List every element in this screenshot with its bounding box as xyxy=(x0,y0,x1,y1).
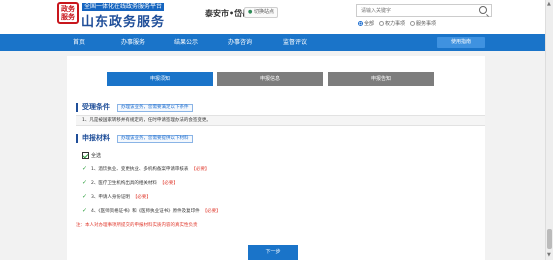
logo-subtitle: 全国一体化在线政务服务平台 xyxy=(82,3,165,11)
step-inform[interactable]: 申报告知 xyxy=(328,72,434,86)
required-badge: 【必要】 xyxy=(191,166,210,172)
logo-seal-icon[interactable]: 政务服务 xyxy=(57,2,79,24)
main-nav: 首页 办事服务 结果公示 办事咨询 监督评议 使用指南 xyxy=(0,34,545,51)
select-all-checkbox[interactable]: 全选 xyxy=(82,152,101,159)
disclaimer-note: 注：本人对办理事项所提交的申报材料实质内容的真实性负责 xyxy=(76,223,198,228)
check-icon: ✓ xyxy=(82,193,88,200)
radio-all[interactable]: 全部 xyxy=(358,20,374,27)
select-all-label: 全选 xyxy=(91,153,102,159)
materials-tag: 办理该业务，您需要提供以下材料 xyxy=(117,135,193,143)
switch-site-button[interactable]: ● 切换站点 xyxy=(244,7,278,18)
step-notice[interactable]: 申报须知 xyxy=(107,72,213,86)
checkbox-checked-icon xyxy=(82,152,89,159)
material-item[interactable]: ✓ 4、《医师资格证书》和《医师执业证书》原件及复印件 【必要】 xyxy=(82,207,221,214)
search-input[interactable] xyxy=(361,5,471,16)
scrollbar-thumb[interactable] xyxy=(547,229,552,249)
check-icon: ✓ xyxy=(82,165,88,172)
radio-label: 权力事项 xyxy=(385,21,406,27)
radio-dot-icon xyxy=(358,21,363,26)
conditions-tag: 办理该业务，您需要满足以下条件 xyxy=(117,104,193,112)
material-item[interactable]: ✓ 1、酒饮执业、变更执业、多机构备案申请审核表 【必要】 xyxy=(82,165,209,172)
nav-item-services[interactable]: 办事服务 xyxy=(121,34,145,51)
radio-dot-icon xyxy=(379,21,385,26)
material-label: 3、申请人身份证明 xyxy=(91,194,130,200)
radio-dot-icon xyxy=(410,21,416,26)
radio-service-items[interactable]: 服务事项 xyxy=(410,20,436,27)
nav-item-consult[interactable]: 办事咨询 xyxy=(228,34,252,51)
search-scope-radios: 全部 权力事项 服务事项 xyxy=(358,20,436,27)
conditions-title: 受理条件 xyxy=(76,103,110,112)
location-pin-icon: ● xyxy=(248,9,253,15)
material-label: 2、医疗卫生机构出具的相关材料 xyxy=(91,180,157,186)
search-box xyxy=(356,4,492,17)
next-step-button[interactable]: 下一步 xyxy=(248,245,298,260)
switch-site-label: 切换站点 xyxy=(253,9,274,15)
nav-item-supervision[interactable]: 监督评议 xyxy=(283,34,307,51)
material-item[interactable]: ✓ 3、申请人身份证明 【必要】 xyxy=(82,193,151,200)
material-label: 4、《医师资格证书》和《医师执业证书》原件及复印件 xyxy=(91,208,200,214)
logo-title[interactable]: 山东政务服务 xyxy=(81,11,165,30)
condition-row: 1、凡是被国家转移并有规定的，任时申请签理办法的会签变更。 xyxy=(76,115,485,126)
scroll-up-icon[interactable]: ▲ xyxy=(547,1,551,7)
nav-item-results[interactable]: 结果公示 xyxy=(174,34,198,51)
required-badge: 【必要】 xyxy=(159,180,178,186)
site-header: 政务服务 全国一体化在线政务服务平台 山东政务服务 泰安市•岱岳区 ● 切换站点… xyxy=(0,0,545,34)
required-badge: 【必要】 xyxy=(132,194,151,200)
radio-label: 全部 xyxy=(364,21,375,27)
step-info[interactable]: 申报信息 xyxy=(217,72,323,86)
materials-title: 申报材料 xyxy=(76,134,110,143)
nav-item-home[interactable]: 首页 xyxy=(73,34,85,51)
scroll-down-icon[interactable]: ▼ xyxy=(547,252,551,258)
material-item[interactable]: ✓ 2、医疗卫生机构出具的相关材料 【必要】 xyxy=(82,179,178,186)
content-panel xyxy=(67,56,485,260)
check-icon: ✓ xyxy=(82,179,88,186)
material-label: 1、酒饮执业、变更执业、多机构备案申请审核表 xyxy=(91,166,189,172)
search-icon[interactable] xyxy=(479,6,487,14)
page-scrollbar[interactable]: ▲ ▼ xyxy=(545,0,553,260)
radio-power-items[interactable]: 权力事项 xyxy=(379,20,405,27)
check-icon: ✓ xyxy=(82,207,88,214)
radio-label: 服务事项 xyxy=(416,21,437,27)
user-guide-button[interactable]: 使用指南 xyxy=(437,37,485,48)
required-badge: 【必要】 xyxy=(202,208,221,214)
